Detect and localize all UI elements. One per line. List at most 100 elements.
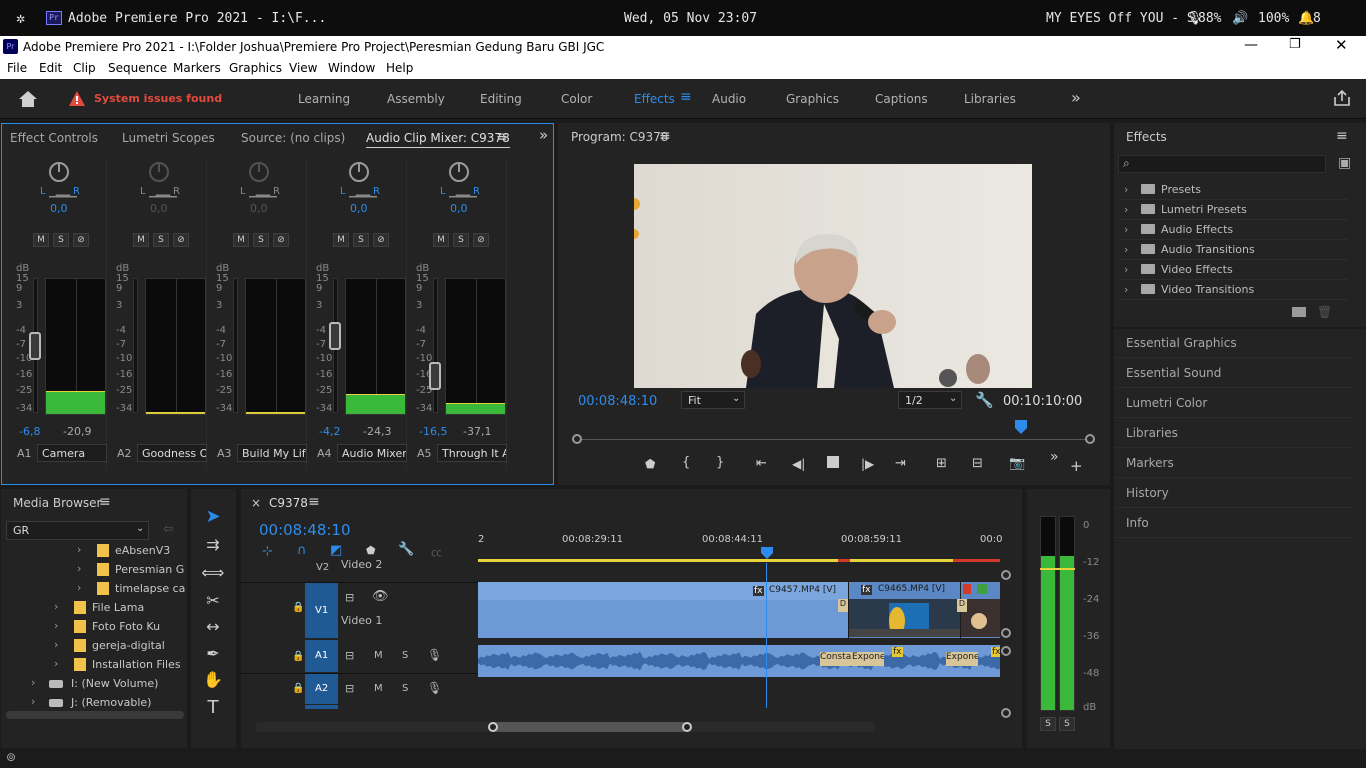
chevron-right-icon[interactable]: › (31, 676, 35, 689)
channel-name[interactable]: Goodness O (137, 444, 207, 462)
panel-lumetri-color[interactable]: Lumetri Color (1126, 396, 1207, 410)
record-button[interactable]: ⊘ (373, 233, 389, 247)
menu-help[interactable]: Help (386, 61, 413, 75)
track-target-a1[interactable]: A1 (305, 640, 338, 672)
track-target-a3[interactable] (305, 705, 338, 709)
pan-knob-icon[interactable] (49, 162, 69, 182)
program-playhead[interactable] (1015, 420, 1027, 434)
back-arrow-icon[interactable]: ⇦ (163, 522, 174, 537)
media-browser-item[interactable]: › I: (New Volume) (1, 674, 187, 693)
menu-markers[interactable]: Markers (173, 61, 221, 75)
volume-icon[interactable]: 🔊 (1232, 11, 1248, 26)
captions-icon[interactable]: ㏄ (431, 544, 442, 560)
pan-knob-icon[interactable] (149, 162, 169, 182)
timeline-playhead-line[interactable] (766, 563, 767, 708)
ripple-edit-tool-icon[interactable]: ⟺ (200, 563, 226, 587)
chevron-right-icon[interactable]: › (54, 638, 58, 651)
channel-name[interactable]: Audio Mixer (337, 444, 407, 462)
scroll-handle[interactable] (1001, 628, 1011, 638)
work-area-bar[interactable] (478, 559, 1000, 562)
pan-value[interactable]: 0,0 (250, 202, 268, 215)
snap-icon[interactable]: ∩ (297, 543, 307, 558)
track-select-tool-icon[interactable]: ⇉ (200, 535, 226, 559)
ws-tab-assembly[interactable]: Assembly (387, 92, 445, 106)
solo-button[interactable]: S (402, 683, 408, 694)
eye-icon[interactable]: 👁 (372, 589, 389, 604)
program-title[interactable]: Program: C9378 (571, 130, 668, 144)
solo-button[interactable]: S (253, 233, 269, 247)
system-issues-alert[interactable]: System issues found (94, 92, 222, 105)
program-menu-icon[interactable]: ≡ (659, 128, 671, 144)
linked-selection-icon[interactable]: ◩ (330, 543, 342, 558)
solo-button[interactable]: S (153, 233, 169, 247)
tab-source[interactable]: Source: (no clips) (241, 131, 345, 145)
selection-tool-icon[interactable]: ➤ (200, 506, 226, 530)
fader-track[interactable] (433, 278, 438, 413)
record-button[interactable]: ⊘ (473, 233, 489, 247)
program-video-frame[interactable] (634, 164, 1032, 388)
effects-title[interactable]: Effects (1126, 130, 1167, 144)
record-button[interactable]: ⊘ (73, 233, 89, 247)
share-icon[interactable] (1333, 89, 1351, 107)
panel-libraries[interactable]: Libraries (1126, 426, 1178, 440)
time-ruler[interactable]: 2 00:08:29:11 00:08:44:11 00:08:59:11 00… (478, 529, 1002, 563)
media-browser-item[interactable]: › J: (Removable) (1, 693, 187, 712)
timeline-menu-icon[interactable]: ≡ (308, 494, 320, 510)
fader-handle[interactable] (329, 322, 341, 350)
effects-item-lumetri-presets[interactable]: › Lumetri Presets (1118, 200, 1348, 220)
ws-tab-effects[interactable]: Effects (634, 92, 675, 106)
scroll-handle[interactable] (1001, 570, 1011, 580)
ws-overflow-icon[interactable]: » (1071, 88, 1081, 107)
pan-value[interactable]: 0,0 (450, 202, 468, 215)
effects-item-presets[interactable]: › Presets (1118, 180, 1348, 200)
pan-knob-icon[interactable] (449, 162, 469, 182)
pan-value[interactable]: 0,0 (350, 202, 368, 215)
button-editor-plus-icon[interactable]: + (1070, 457, 1083, 475)
audio-transition[interactable]: Expone (946, 652, 978, 666)
new-bin-icon[interactable]: ▣ (1338, 155, 1351, 171)
timeline-settings-icon[interactable]: 🔧 (398, 542, 414, 557)
clip-c9465[interactable]: fx C9465.MP4 [V] (848, 582, 961, 638)
sequence-tab[interactable]: C9378 (269, 496, 308, 510)
step-back-icon[interactable]: ◀| (792, 457, 805, 471)
panel-menu-icon[interactable]: ≡ (496, 129, 508, 145)
zoom-handle-right[interactable] (682, 722, 692, 732)
wrench-icon[interactable]: 🔧 (975, 391, 994, 409)
mute-button[interactable]: M (233, 233, 249, 247)
ws-tab-graphics[interactable]: Graphics (786, 92, 839, 106)
channel-name[interactable]: Build My Lif (237, 444, 307, 462)
mute-button[interactable]: M (33, 233, 49, 247)
zoom-thumb[interactable] (488, 722, 688, 732)
sync-lock-icon[interactable]: ⊟ (345, 682, 354, 695)
solo-button[interactable]: S (353, 233, 369, 247)
pan-knob-icon[interactable] (349, 162, 369, 182)
os-app-title[interactable]: Adobe Premiere Pro 2021 - I:\F... (68, 11, 326, 26)
minimize-icon[interactable]: — (1244, 37, 1258, 53)
pan-value[interactable]: 0,0 (50, 202, 68, 215)
trash-icon[interactable]: 🗑 (1317, 305, 1332, 319)
ws-tab-captions[interactable]: Captions (875, 92, 928, 106)
close-icon[interactable]: ✕ (1335, 36, 1348, 54)
sync-lock-icon[interactable]: ⊟ (345, 591, 354, 604)
panel-essential-graphics[interactable]: Essential Graphics (1126, 336, 1237, 350)
pen-tool-icon[interactable]: ✒ (200, 644, 226, 668)
export-frame-icon[interactable]: 📷 (1009, 456, 1025, 471)
program-timecode[interactable]: 00:08:48:10 (578, 394, 657, 409)
home-icon[interactable] (18, 90, 38, 108)
audio-clip-a1[interactable] (478, 645, 1000, 677)
program-scrubber-track[interactable] (578, 439, 1090, 440)
bell-icon[interactable]: 🔔 (1298, 11, 1314, 26)
media-browser-item[interactable]: › timelapse ca (1, 579, 187, 598)
level-left-value[interactable]: -16,5 (419, 425, 447, 438)
nest-icon[interactable]: ⊹ (262, 544, 273, 559)
lock-icon[interactable]: 🔒 (292, 602, 304, 613)
solo-button[interactable]: S (402, 650, 408, 661)
media-browser-title[interactable]: Media Browser (13, 496, 101, 510)
tab-audio-clip-mixer[interactable]: Audio Clip Mixer: C9378 (366, 131, 510, 148)
panel-overflow-icon[interactable]: » (539, 126, 548, 144)
track-area[interactable]: fx C9457.MP4 [V] fx C9465.MP4 [V] D D Co… (478, 563, 1000, 708)
level-left-value[interactable]: -6,8 (19, 425, 40, 438)
fader-track[interactable] (233, 278, 238, 413)
go-to-out-icon[interactable]: ⇥ (895, 456, 906, 471)
mute-button[interactable]: M (333, 233, 349, 247)
